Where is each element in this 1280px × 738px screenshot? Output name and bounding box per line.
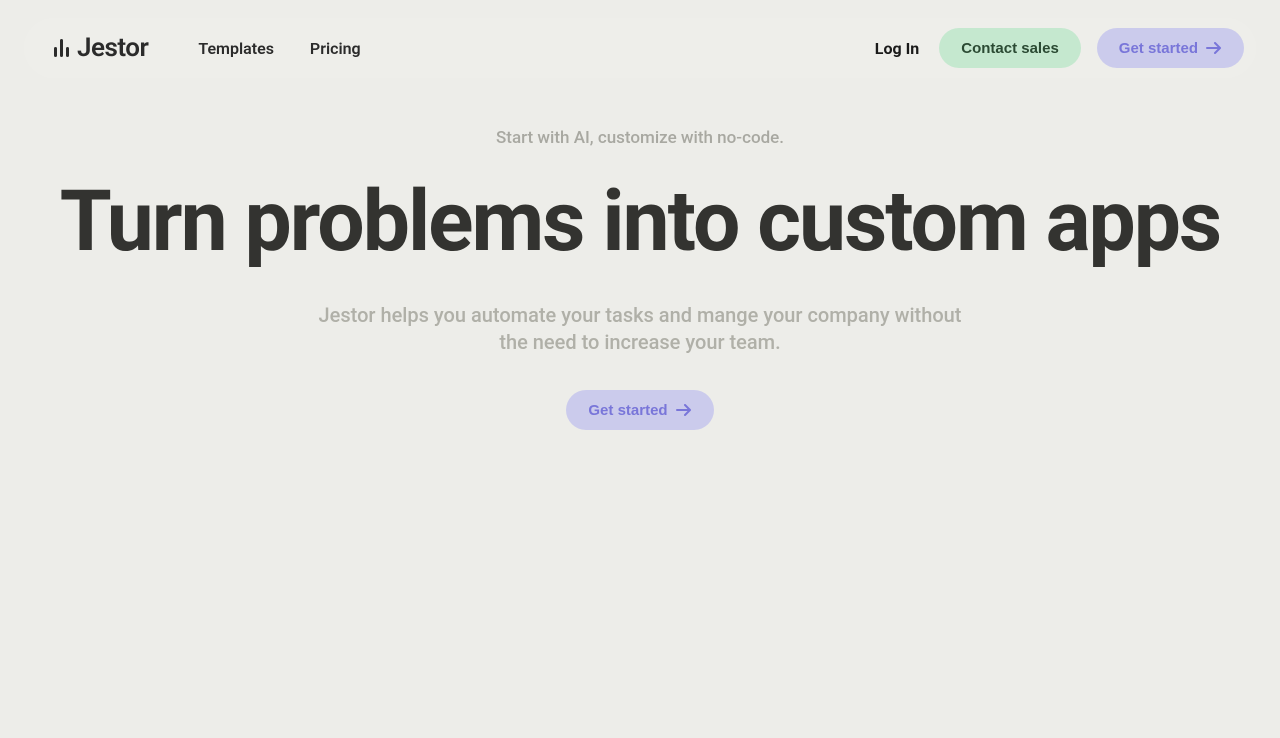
hero-get-started-button[interactable]: Get started	[566, 390, 713, 430]
logo-text: Jestor	[77, 33, 148, 63]
nav-pricing[interactable]: Pricing	[310, 39, 361, 58]
contact-sales-button[interactable]: Contact sales	[939, 28, 1081, 68]
arrow-right-icon	[676, 404, 692, 416]
header-actions: Log In Contact sales Get started	[875, 28, 1244, 68]
hero-section: Start with AI, customize with no-code. T…	[0, 128, 1280, 430]
get-started-label: Get started	[1119, 40, 1198, 57]
logo[interactable]: Jestor	[54, 33, 148, 63]
hero-get-started-label: Get started	[588, 402, 667, 419]
hero-cta-wrap: Get started	[40, 390, 1240, 430]
logo-mark-icon	[54, 39, 69, 57]
primary-nav: Templates Pricing	[198, 39, 360, 58]
login-link[interactable]: Log In	[875, 39, 919, 58]
hero-headline: Turn problems into custom apps	[40, 178, 1240, 266]
nav-templates[interactable]: Templates	[198, 39, 274, 58]
site-header: Jestor Templates Pricing Log In Contact …	[24, 18, 1256, 78]
arrow-right-icon	[1206, 42, 1222, 54]
contact-sales-label: Contact sales	[961, 40, 1059, 57]
get-started-button[interactable]: Get started	[1097, 28, 1244, 68]
hero-subhead: Jestor helps you automate your tasks and…	[310, 302, 970, 356]
hero-eyebrow: Start with AI, customize with no-code.	[40, 128, 1240, 148]
